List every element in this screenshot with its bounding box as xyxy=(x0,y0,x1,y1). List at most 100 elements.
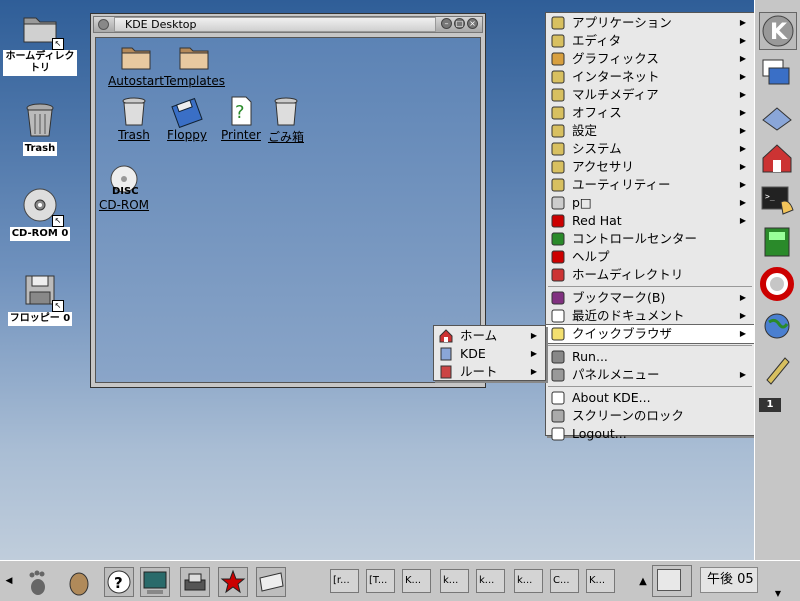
kmenu-item-home[interactable]: ホームディレクトリ xyxy=(546,266,754,284)
window-menu-icon[interactable] xyxy=(98,19,109,30)
home-button[interactable] xyxy=(759,140,797,178)
submenu-arrow-icon: ▶ xyxy=(739,162,746,171)
terminal-button[interactable]: >_ xyxy=(759,182,797,220)
qb-item-kde[interactable]: KDE ▶ xyxy=(434,345,545,363)
kmenu-item-settings[interactable]: 設定 ▶ xyxy=(546,122,754,140)
lifebuoy-icon xyxy=(760,267,794,301)
editor-button[interactable] xyxy=(759,350,797,388)
kmenu-item-app[interactable]: アプリケーション ▶ xyxy=(546,14,754,32)
file-icon-floppy[interactable]: Floppy xyxy=(157,94,217,142)
taskbar-task[interactable]: K... xyxy=(586,569,615,593)
windows-list-button[interactable] xyxy=(759,56,797,94)
run-icon xyxy=(551,350,565,364)
menu-label: アクセサリ xyxy=(572,159,634,174)
kmenu-item-editor[interactable]: エディタ ▶ xyxy=(546,32,754,50)
file-label: Autostart xyxy=(108,74,164,88)
taskbar-hide-arrow-icon[interactable]: ◀ xyxy=(2,573,16,589)
pager-mini[interactable] xyxy=(652,565,692,597)
taskbar-task[interactable]: C... xyxy=(550,569,579,593)
kmenu-item-control[interactable]: コントロールセンター xyxy=(546,230,754,248)
kmenu-item-redhat[interactable]: Red Hat ▶ xyxy=(546,212,754,230)
kmenu-item-office[interactable]: オフィス ▶ xyxy=(546,104,754,122)
menu-label: 最近のドキュメント xyxy=(572,308,685,323)
taskbar-task[interactable]: k... xyxy=(440,569,469,593)
terminal-taskbar-button[interactable] xyxy=(140,567,170,597)
desktop-icon-cdrom[interactable]: ↖ CD-ROM 0 xyxy=(0,185,80,241)
kmenu-item-run[interactable]: Run... xyxy=(546,348,754,366)
taskbar-task[interactable]: [T... xyxy=(366,569,395,593)
printer-taskbar-button[interactable] xyxy=(180,567,210,597)
desktop-icon-home[interactable]: ↖ ホームディレクトリ xyxy=(0,8,80,76)
pager[interactable]: 1 xyxy=(759,398,781,412)
menu-label: Logout... xyxy=(572,426,627,441)
menu-label: ホームディレクトリ xyxy=(572,267,684,282)
close-icon[interactable]: × xyxy=(467,18,478,29)
kmenu-item-system[interactable]: システム ▶ xyxy=(546,140,754,158)
maximize-icon[interactable]: □ xyxy=(454,18,465,29)
kmenu-item-help[interactable]: ヘルプ xyxy=(546,248,754,266)
desktop-button[interactable] xyxy=(759,98,797,136)
submenu-arrow-icon: ▶ xyxy=(739,329,746,338)
menu-label: 設定 xyxy=(572,123,598,138)
desktop-icon-floppy[interactable]: ↖ フロッピー 0 xyxy=(0,270,80,326)
taskbar-task[interactable]: K... xyxy=(402,569,431,593)
file-icon-autostart[interactable]: Autostart xyxy=(106,40,166,88)
kmenu-item-internet[interactable]: インターネット ▶ xyxy=(546,68,754,86)
qb-item-home[interactable]: ホーム ▶ xyxy=(434,327,545,345)
sysmon-button[interactable] xyxy=(759,224,797,262)
kmenu-item-accessory[interactable]: アクセサリ ▶ xyxy=(546,158,754,176)
quick-browser-submenu: ホーム ▶ KDE ▶ ルート ▶ xyxy=(433,325,546,381)
taskbar-task[interactable]: [r... xyxy=(330,569,359,593)
misc-icon xyxy=(551,196,565,210)
clock[interactable]: 午後 05 xyxy=(700,567,758,593)
kmenu-item-misc[interactable]: p□ ▶ xyxy=(546,194,754,212)
file-icon-templates[interactable]: Templates xyxy=(164,40,225,88)
kmenu-item-recent[interactable]: 最近のドキュメント ▶ xyxy=(546,307,754,325)
bookmark-icon xyxy=(551,291,565,305)
desktop-icon-trash[interactable]: Trash xyxy=(0,100,80,156)
kmenu-item-graphics[interactable]: グラフィックス ▶ xyxy=(546,50,754,68)
minimize-icon[interactable]: – xyxy=(441,18,452,29)
kmenu-item-panel[interactable]: パネルメニュー ▶ xyxy=(546,366,754,384)
scroll-down-arrow-icon[interactable]: ▼ xyxy=(768,588,788,600)
kmenu-item-about[interactable]: About KDE... xyxy=(546,389,754,407)
file-icon-gomibako[interactable]: ごみ箱 xyxy=(256,94,316,145)
cdrom-icon: ↖ xyxy=(20,185,64,227)
kmenu-item-quick[interactable]: クイックブラウザ ▶ xyxy=(545,324,755,344)
gnome-foot-button[interactable] xyxy=(22,567,52,597)
redhat-taskbar-button[interactable] xyxy=(218,567,248,597)
help-button[interactable] xyxy=(759,266,797,304)
submenu-arrow-icon: ▶ xyxy=(739,72,746,81)
kmenu-item-bookmark[interactable]: ブックマーク(B) ▶ xyxy=(546,289,754,307)
submenu-arrow-icon: ▶ xyxy=(739,126,746,135)
taskbar-task[interactable]: k... xyxy=(514,569,543,593)
svg-text:DISC: DISC xyxy=(112,186,139,197)
kmenu-item-multimedia[interactable]: マルチメディア ▶ xyxy=(546,86,754,104)
system-icon xyxy=(551,142,565,156)
menu-label: オフィス xyxy=(572,105,622,120)
menu-label: マルチメディア xyxy=(572,87,659,102)
kmenu-item-logout[interactable]: Logout... xyxy=(546,425,754,443)
taskbar-menu-arrow-icon[interactable]: ▲ xyxy=(636,571,650,593)
k-menu-button[interactable]: K xyxy=(759,12,797,50)
svg-text:>_: >_ xyxy=(765,192,775,201)
kmenu-item-lock[interactable]: スクリーンのロック xyxy=(546,407,754,425)
submenu-arrow-icon: ▶ xyxy=(739,108,746,117)
control-center-button[interactable] xyxy=(759,308,797,346)
kmenu-item-utility[interactable]: ユーティリティー ▶ xyxy=(546,176,754,194)
window-titlebar[interactable]: KDE Desktop – □ × xyxy=(93,16,483,33)
trash-icon xyxy=(117,94,151,128)
submenu-arrow-icon: ▶ xyxy=(739,216,746,225)
floppy-icon xyxy=(170,94,204,129)
mail-taskbar-button[interactable] xyxy=(256,567,286,597)
mouse-button[interactable] xyxy=(64,567,94,597)
menu-label: クイックブラウザ xyxy=(572,326,673,341)
file-icon-trash[interactable]: Trash xyxy=(104,94,164,142)
help-taskbar-button[interactable]: ? xyxy=(104,567,134,597)
submenu-arrow-icon: ▶ xyxy=(739,198,746,207)
taskbar-task[interactable]: k... xyxy=(476,569,505,593)
home-icon xyxy=(439,329,453,343)
submenu-arrow-icon: ▶ xyxy=(530,367,537,376)
file-icon-cdrom[interactable]: DISC CD-ROM xyxy=(94,164,154,212)
qb-item-root[interactable]: ルート ▶ xyxy=(434,363,545,381)
